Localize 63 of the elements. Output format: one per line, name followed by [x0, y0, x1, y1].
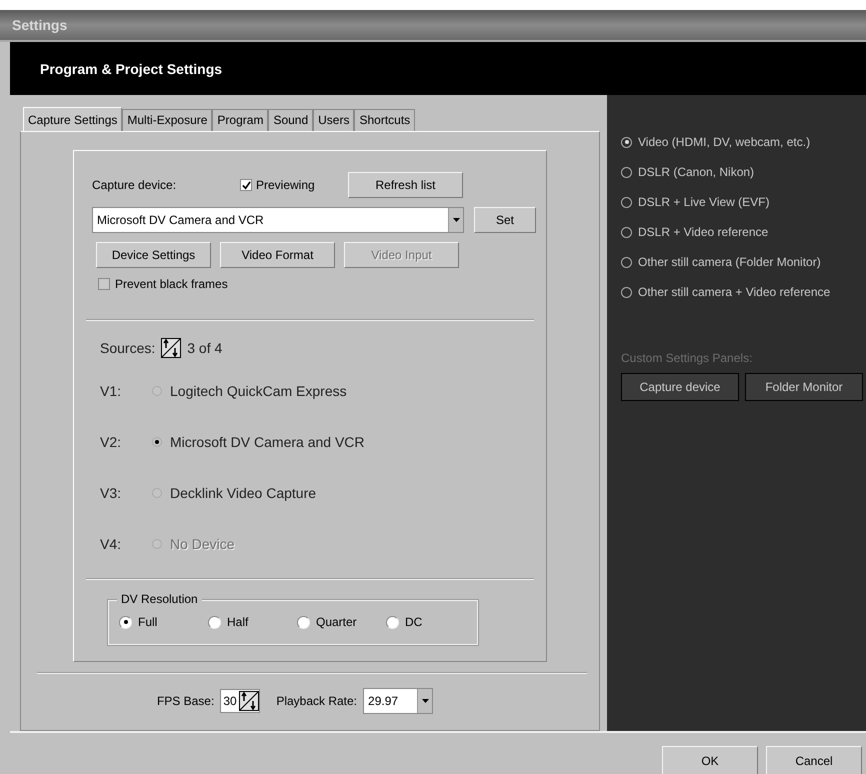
playback-rate-label: Playback Rate: [276, 694, 358, 708]
resolution-option-label: Half [227, 615, 248, 629]
source-radio[interactable] [152, 488, 162, 498]
resolution-radio[interactable] [208, 616, 221, 628]
dialog-button[interactable]: OK [662, 746, 758, 774]
capture-type-radio[interactable] [621, 196, 632, 208]
tab[interactable]: Multi-Exposure [122, 109, 212, 131]
resolution-radio[interactable] [119, 616, 132, 628]
source-slot-label: V2: [100, 434, 122, 450]
capture-type-radio[interactable] [621, 136, 632, 148]
tab[interactable]: Shortcuts [354, 109, 416, 131]
source-name: Logitech QuickCam Express [170, 382, 347, 398]
tab[interactable]: Program [212, 109, 268, 131]
capture-type-label: Other still camera (Folder Monitor) [638, 255, 821, 269]
resolution-option-label: DC [405, 615, 422, 629]
capture-device-label: Capture device: [92, 178, 178, 192]
source-name: Microsoft DV Camera and VCR [170, 434, 365, 450]
capture-type-radio[interactable] [621, 226, 632, 238]
fps-base-label: FPS Base: [156, 694, 214, 708]
window-title: Settings [12, 17, 68, 33]
resolution-option-label: Full [138, 615, 158, 629]
frame-option-label: Prevent black frames [115, 277, 228, 291]
resolution-option-label: Quarter [316, 615, 357, 629]
playback-rate-dropdown[interactable]: 29.97 [363, 688, 434, 714]
sources-label: Sources: [100, 340, 156, 356]
device-button[interactable]: Video Format [220, 242, 335, 268]
custom-panels-label: Custom Settings Panels: [621, 351, 754, 365]
source-slot-label: V1: [100, 382, 122, 398]
custom-panel-button[interactable]: Folder Monitor [745, 373, 863, 401]
capture-type-radio[interactable] [621, 166, 632, 178]
resolution-radio[interactable] [386, 616, 399, 628]
set-button[interactable]: Set [474, 207, 536, 233]
sources-count: 3 of 4 [187, 340, 222, 356]
tab[interactable]: Users [313, 109, 354, 131]
tab[interactable]: Sound [268, 109, 314, 131]
source-slot-label: V4: [100, 536, 122, 552]
refresh-list-button[interactable]: Refresh list [348, 172, 463, 198]
capture-device-dropdown[interactable]: Microsoft DV Camera and VCR [92, 207, 464, 233]
source-radio[interactable] [152, 436, 162, 446]
previewing-label: Previewing [256, 178, 315, 192]
source-slot-label: V3: [100, 484, 122, 500]
resolution-radio[interactable] [297, 616, 310, 628]
capture-type-label: Other still camera + Video reference [638, 285, 830, 299]
previewing-checkbox[interactable] [240, 179, 252, 191]
fps-base-field[interactable]: 30 [220, 689, 260, 713]
capture-type-label: DSLR + Video reference [638, 225, 768, 239]
capture-type-label: Video (HDMI, DV, webcam, etc.) [638, 135, 810, 149]
capture-type-label: DSLR + Live View (EVF) [638, 195, 770, 209]
dialog-button[interactable]: Cancel [766, 746, 862, 774]
capture-type-label: DSLR (Canon, Nikon) [638, 165, 754, 179]
source-name: Decklink Video Capture [170, 484, 316, 500]
capture-type-radio[interactable] [621, 256, 632, 268]
device-button[interactable]: Device Settings [96, 242, 211, 268]
source-radio[interactable] [152, 386, 162, 396]
header-title: Program & Project Settings [40, 60, 222, 76]
capture-type-radio[interactable] [621, 286, 632, 298]
spinner-arrows-icon[interactable] [239, 691, 260, 711]
dv-resolution-title: DV Resolution [117, 592, 202, 606]
frame-option-checkbox[interactable] [98, 278, 110, 290]
custom-panel-button[interactable]: Capture device [621, 373, 739, 401]
tab[interactable]: Capture Settings [23, 107, 122, 131]
spinner-arrows-icon[interactable] [161, 338, 182, 358]
source-name: No Device [170, 536, 235, 552]
